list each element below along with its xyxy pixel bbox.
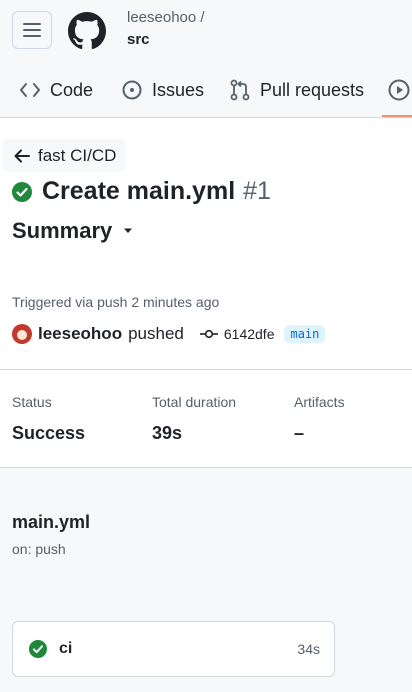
summary-dropdown[interactable]: Summary <box>12 218 134 244</box>
repo-name-link[interactable]: src <box>127 31 150 48</box>
run-summary-page: fast CI/CD Create main.yml #1 Summary Tr… <box>0 119 412 692</box>
total-duration-label: Total duration <box>152 394 237 410</box>
repo-header: leeseohoo / src Code Issues Pull request… <box>0 0 412 118</box>
hamburger-icon <box>23 23 41 37</box>
code-icon <box>20 83 40 97</box>
tab-actions[interactable] <box>388 66 410 114</box>
trigger-info: Triggered via push 2 minutes ago <box>12 294 220 310</box>
workflow-file-name: main.yml <box>12 512 91 532</box>
divider <box>0 369 412 370</box>
workflow-trigger: on: push <box>12 541 66 557</box>
repo-owner-link[interactable]: leeseohoo / <box>127 9 205 26</box>
triangle-down-icon <box>124 228 133 233</box>
status-value: Success <box>12 423 86 443</box>
tab-code-label: Code <box>50 79 94 100</box>
run-title: Create main.yml #1 <box>12 177 271 206</box>
tab-pull-requests[interactable]: Pull requests <box>230 66 364 114</box>
play-icon <box>388 79 410 101</box>
job-duration: 34s <box>297 641 320 657</box>
total-duration-value: 39s <box>152 423 183 443</box>
job-name: ci <box>59 640 73 657</box>
check-circle-fill-icon <box>12 181 32 202</box>
tab-issues[interactable]: Issues <box>122 66 204 114</box>
artifacts-label: Artifacts <box>294 394 345 410</box>
git-pull-request-icon <box>230 79 250 101</box>
tab-issues-label: Issues <box>152 79 205 100</box>
tab-pull-requests-label: Pull requests <box>260 79 365 100</box>
selected-tab-underline <box>382 115 412 117</box>
hamburger-menu-button[interactable] <box>12 11 52 49</box>
run-number: #1 <box>243 177 271 205</box>
pusher-username[interactable]: leeseohoo <box>38 324 122 344</box>
push-info: leeseohoo pushed 6142dfe main <box>12 324 326 344</box>
run-title-text: Create main.yml <box>42 177 236 205</box>
push-action-text: pushed <box>128 324 184 343</box>
artifacts-value: – <box>294 423 305 443</box>
git-commit-icon <box>199 329 218 339</box>
check-circle-fill-icon <box>29 640 47 658</box>
summary-label: Summary <box>12 218 113 243</box>
branch-label[interactable]: main <box>284 325 326 343</box>
back-link-label: fast CI/CD <box>38 145 117 165</box>
avatar[interactable] <box>12 324 32 344</box>
arrow-left-icon <box>14 149 30 162</box>
commit-link[interactable]: 6142dfe <box>199 326 275 342</box>
job-card-ci[interactable]: ci 34s <box>12 621 335 677</box>
back-to-workflow-link[interactable]: fast CI/CD <box>2 139 127 172</box>
tab-code[interactable]: Code <box>20 66 93 114</box>
commit-sha: 6142dfe <box>223 326 275 342</box>
status-label: Status <box>12 394 52 410</box>
repo-nav-tabs: Code Issues Pull requests <box>0 66 412 118</box>
workflow-graph-area: main.yml on: push ci 34s <box>0 468 412 692</box>
github-logo-icon[interactable] <box>68 12 106 50</box>
issue-opened-icon <box>122 80 142 100</box>
